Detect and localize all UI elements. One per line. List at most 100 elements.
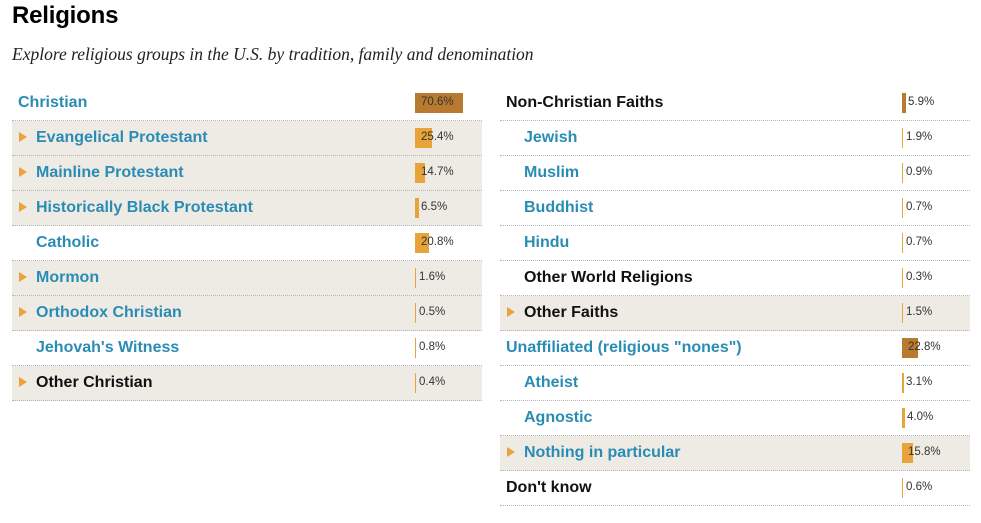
religion-label[interactable]: Evangelical Protestant	[36, 129, 208, 147]
expand-arrow-icon[interactable]	[19, 167, 27, 177]
share-percent: 1.5%	[906, 306, 933, 318]
share-bar	[415, 303, 416, 323]
religion-label[interactable]: Mainline Protestant	[36, 164, 184, 182]
religion-row-unaffiliated-religious-nones[interactable]: Unaffiliated (religious "nones") 22.8%	[500, 331, 970, 366]
religion-label[interactable]: Catholic	[36, 234, 99, 252]
share-bar-container: 0.7%	[902, 198, 970, 218]
share-percent: 0.3%	[906, 271, 933, 283]
expand-arrow-icon[interactable]	[19, 132, 27, 142]
religion-label[interactable]: Agnostic	[524, 409, 592, 427]
religion-row-buddhist[interactable]: Buddhist 0.7%	[500, 191, 970, 226]
religion-label[interactable]: Christian	[18, 94, 87, 112]
religion-label[interactable]: Historically Black Protestant	[36, 199, 253, 217]
share-percent: 0.8%	[419, 341, 446, 353]
religion-row-catholic[interactable]: Catholic 20.8%	[12, 226, 482, 261]
share-bar-container: 6.5%	[415, 198, 483, 218]
religion-row-jewish[interactable]: Jewish 1.9%	[500, 121, 970, 156]
share-bar-container: 25.4%	[415, 128, 483, 148]
religion-label[interactable]: Orthodox Christian	[36, 304, 182, 322]
share-bar-container: 1.5%	[902, 303, 970, 323]
share-bar-container: 14.7%	[415, 163, 483, 183]
share-bar-container: 0.8%	[415, 338, 483, 358]
religion-row-other-faiths[interactable]: Other Faiths 1.5%	[500, 296, 970, 331]
religion-label[interactable]: Atheist	[524, 374, 578, 392]
religion-row-evangelical-protestant[interactable]: Evangelical Protestant 25.4%	[12, 121, 482, 156]
expand-arrow-icon[interactable]	[507, 447, 515, 457]
religion-row-historically-black-protestant[interactable]: Historically Black Protestant 6.5%	[12, 191, 482, 226]
religion-row-orthodox-christian[interactable]: Orthodox Christian 0.5%	[12, 296, 482, 331]
share-percent: 0.5%	[419, 306, 446, 318]
share-percent: 1.9%	[906, 131, 933, 143]
religion-label: Non-Christian Faiths	[506, 94, 664, 111]
religion-label[interactable]: Jehovah's Witness	[36, 339, 179, 357]
right-column: Non-Christian Faiths 5.9% Jewish 1.9% Muslim…	[500, 86, 970, 506]
religion-row-jehovah-s-witness[interactable]: Jehovah's Witness 0.8%	[12, 331, 482, 366]
share-bar-container: 0.9%	[902, 163, 970, 183]
share-bar-container: 1.9%	[902, 128, 970, 148]
expand-arrow-icon[interactable]	[19, 377, 27, 387]
expand-arrow-icon[interactable]	[507, 307, 515, 317]
religion-label[interactable]: Nothing in particular	[524, 444, 680, 462]
religion-row-muslim[interactable]: Muslim 0.9%	[500, 156, 970, 191]
religion-row-non-christian-faiths: Non-Christian Faiths 5.9%	[500, 86, 970, 121]
share-bar	[902, 373, 904, 393]
share-bar-container: 22.8%	[902, 338, 970, 358]
religion-row-hindu[interactable]: Hindu 0.7%	[500, 226, 970, 261]
left-column: Christian 70.6% Evangelical Protestant 25.4…	[12, 86, 482, 401]
share-percent: 22.8%	[908, 341, 941, 353]
share-bar-container: 3.1%	[902, 373, 970, 393]
religion-row-other-christian[interactable]: Other Christian 0.4%	[12, 366, 482, 401]
religion-row-mormon[interactable]: Mormon 1.6%	[12, 261, 482, 296]
religion-label[interactable]: Buddhist	[524, 199, 593, 217]
religion-row-don-t-know: Don't know 0.6%	[500, 471, 970, 506]
religion-label: Other Christian	[36, 374, 153, 391]
religion-label: Other World Religions	[524, 269, 693, 286]
religion-row-other-world-religions: Other World Religions 0.3%	[500, 261, 970, 296]
share-percent: 14.7%	[421, 166, 454, 178]
share-percent: 0.9%	[906, 166, 933, 178]
share-bar	[902, 233, 903, 253]
share-percent: 20.8%	[421, 236, 454, 248]
share-bar-container: 0.7%	[902, 233, 970, 253]
share-percent: 1.6%	[419, 271, 446, 283]
share-bar	[415, 373, 416, 393]
share-bar	[902, 163, 903, 183]
religion-row-christian[interactable]: Christian 70.6%	[12, 86, 482, 121]
religion-label[interactable]: Muslim	[524, 164, 579, 182]
religion-label[interactable]: Hindu	[524, 234, 569, 252]
page-subtitle: Explore religious groups in the U.S. by …	[12, 44, 534, 64]
share-bar	[902, 408, 905, 428]
religion-label[interactable]: Mormon	[36, 269, 99, 287]
share-bar	[415, 198, 419, 218]
share-percent: 0.4%	[419, 376, 446, 388]
share-bar	[902, 93, 906, 113]
expand-arrow-icon[interactable]	[19, 307, 27, 317]
share-bar	[902, 478, 903, 498]
religion-label: Other Faiths	[524, 304, 619, 321]
share-bar-container: 20.8%	[415, 233, 483, 253]
share-bar-container: 5.9%	[902, 93, 970, 113]
page-title: Religions	[12, 2, 119, 29]
share-bar-container: 70.6%	[415, 93, 483, 113]
religion-row-atheist[interactable]: Atheist 3.1%	[500, 366, 970, 401]
share-bar	[902, 198, 903, 218]
religion-row-agnostic[interactable]: Agnostic 4.0%	[500, 401, 970, 436]
share-bar-container: 15.8%	[902, 443, 970, 463]
religion-row-mainline-protestant[interactable]: Mainline Protestant 14.7%	[12, 156, 482, 191]
share-bar	[902, 303, 903, 323]
expand-arrow-icon[interactable]	[19, 272, 27, 282]
religion-label[interactable]: Unaffiliated (religious "nones")	[506, 339, 742, 357]
share-bar-container: 1.6%	[415, 268, 483, 288]
share-bar-container: 0.6%	[902, 478, 970, 498]
religion-label[interactable]: Jewish	[524, 129, 577, 147]
share-bar-container: 4.0%	[902, 408, 970, 428]
religion-label: Don't know	[506, 479, 592, 496]
share-percent: 0.6%	[906, 481, 933, 493]
share-percent: 3.1%	[906, 376, 933, 388]
share-percent: 0.7%	[906, 236, 933, 248]
share-percent: 70.6%	[421, 96, 454, 108]
share-percent: 0.7%	[906, 201, 933, 213]
expand-arrow-icon[interactable]	[19, 202, 27, 212]
religion-row-nothing-in-particular[interactable]: Nothing in particular 15.8%	[500, 436, 970, 471]
share-percent: 25.4%	[421, 131, 454, 143]
